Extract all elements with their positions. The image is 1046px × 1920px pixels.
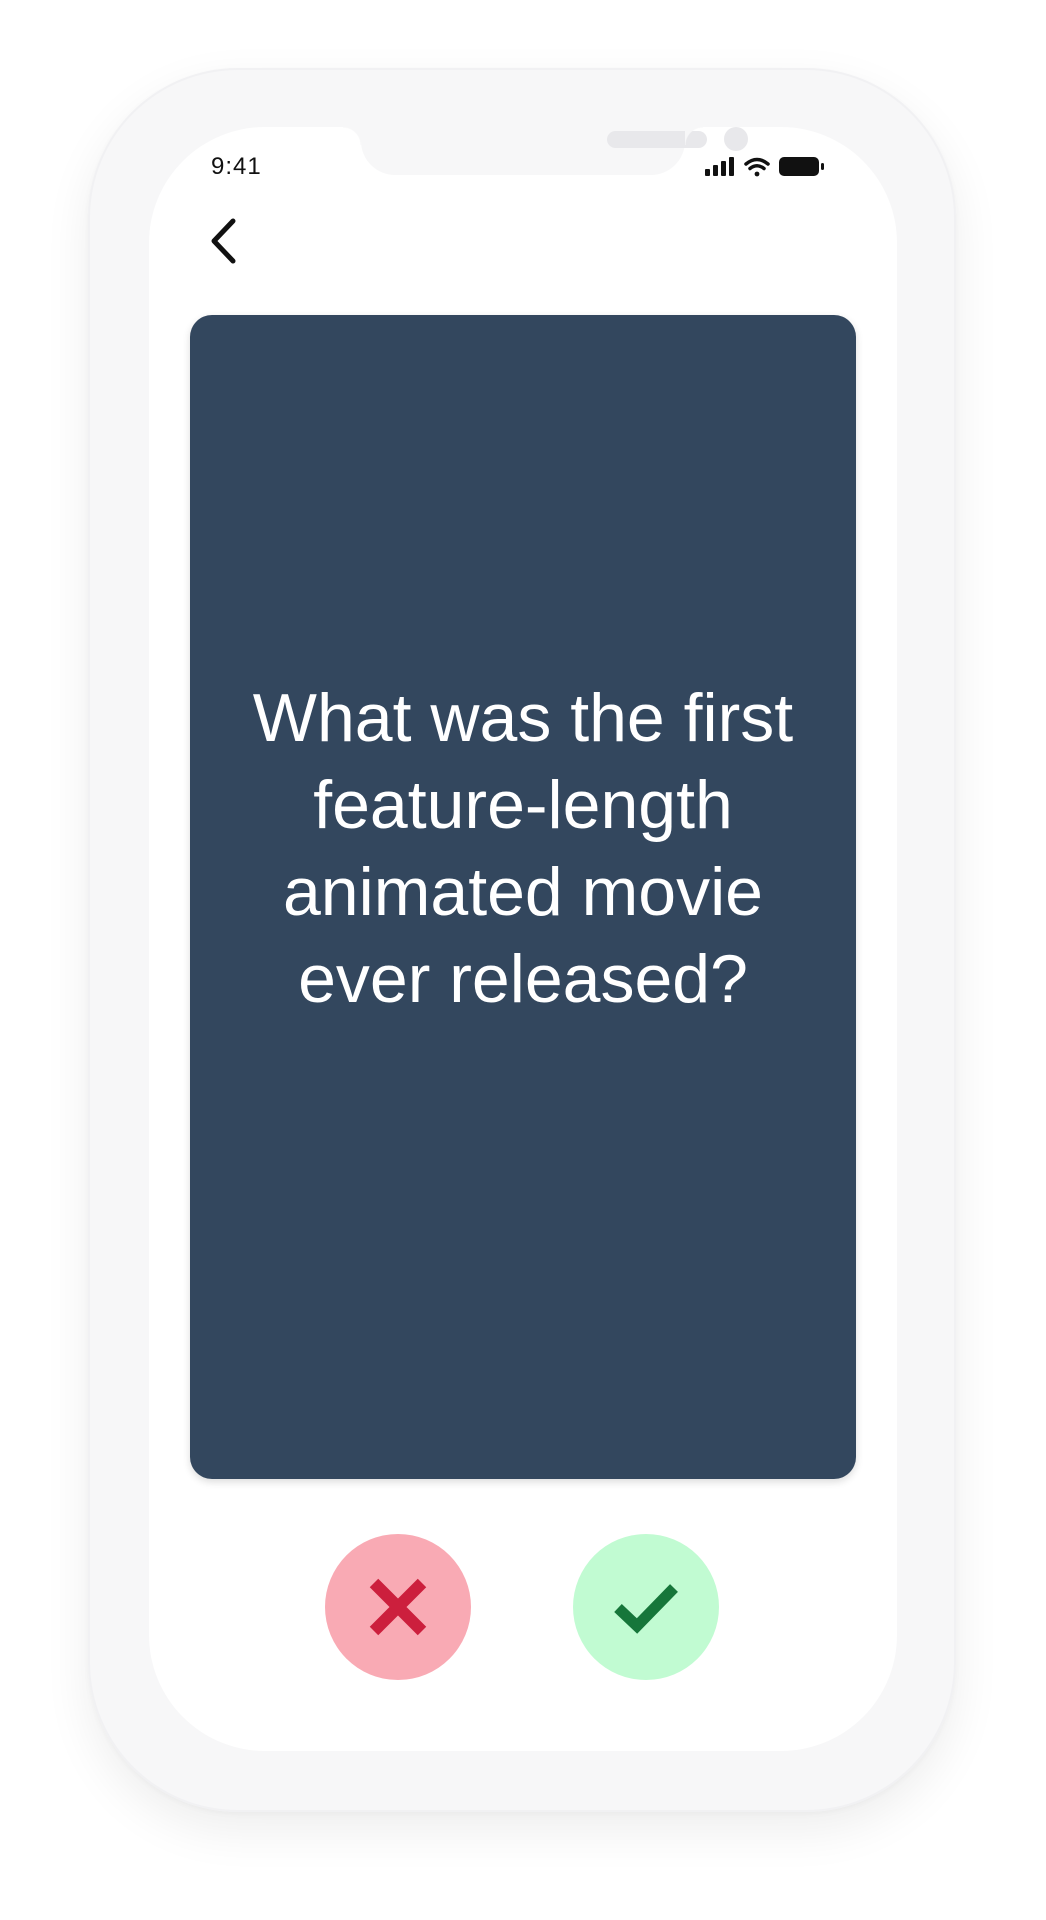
cellular-signal-icon: [705, 157, 734, 176]
status-time: 9:41: [211, 153, 262, 180]
flashcard-question: What was the first feature-length animat…: [252, 680, 794, 1017]
notch: [343, 127, 748, 175]
speaker-grille: [607, 131, 707, 148]
wrong-answer-button[interactable]: [325, 1534, 471, 1680]
back-button[interactable]: [194, 209, 258, 273]
phone-screen: 9:41 What was the first feature-length a…: [149, 127, 897, 1751]
front-camera: [724, 127, 748, 151]
chevron-left-icon: [211, 218, 236, 264]
check-icon: [614, 1584, 678, 1634]
battery-icon: [779, 157, 824, 176]
flashcard[interactable]: What was the first feature-length animat…: [190, 315, 856, 1479]
wifi-icon: [744, 157, 770, 177]
correct-answer-button[interactable]: [573, 1534, 719, 1680]
status-icons: [705, 154, 845, 182]
cross-icon: [369, 1578, 427, 1636]
